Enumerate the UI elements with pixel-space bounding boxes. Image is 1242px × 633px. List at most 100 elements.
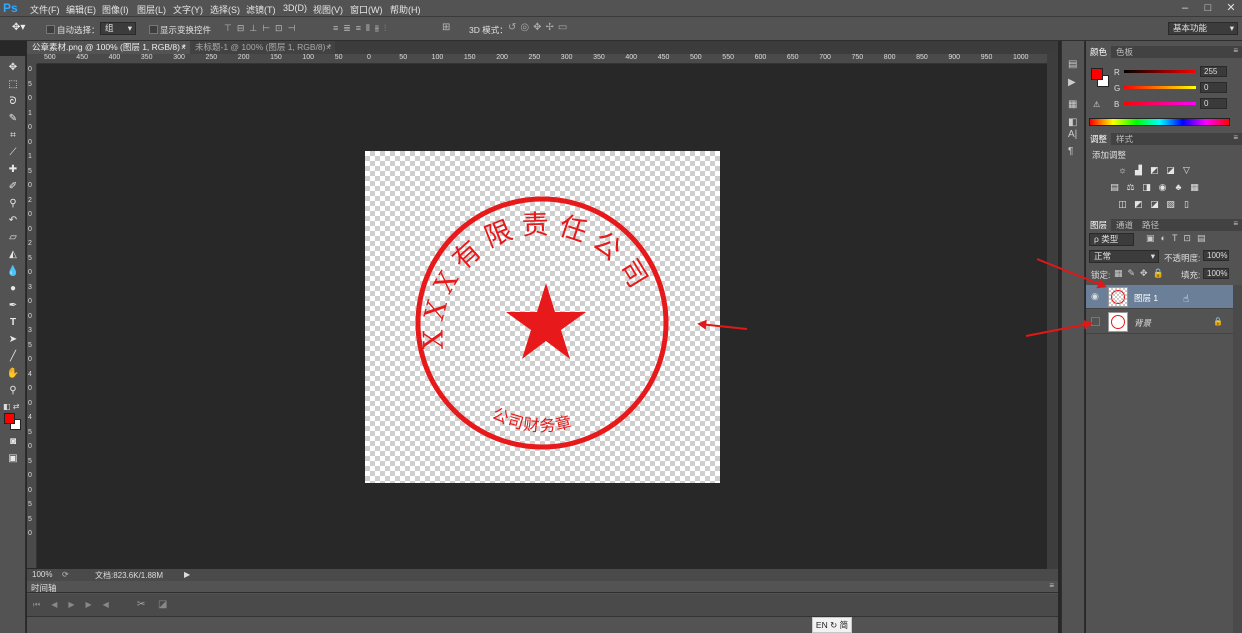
threshold-icon[interactable]: ◪	[1149, 199, 1160, 209]
dodge-tool-icon[interactable]: ●	[5, 281, 21, 296]
playback-controls-icon[interactable]: ⏮◀▶▶◀	[33, 600, 120, 610]
path-select-tool-icon[interactable]: ➤	[5, 332, 21, 347]
tab-swatches[interactable]: 色板	[1112, 46, 1137, 58]
brush-tool-icon[interactable]: ✐	[5, 179, 21, 194]
type-tool-icon[interactable]: T	[5, 315, 21, 330]
layer-filter-dropdown[interactable]: ρ 类型	[1089, 233, 1134, 246]
b-slider[interactable]	[1124, 102, 1196, 105]
color-spectrum-ramp[interactable]	[1089, 118, 1230, 126]
color-balance-icon[interactable]: ⚖	[1125, 182, 1136, 192]
close-button[interactable]: ✕	[1220, 0, 1242, 17]
black-white-icon[interactable]: ◨	[1141, 182, 1152, 192]
layer-row[interactable]: 背景 🔒	[1086, 310, 1233, 334]
transition-icon[interactable]: ◪	[158, 599, 167, 610]
gradient-map-icon[interactable]: ▧	[1165, 199, 1176, 209]
move-tool-preset-icon[interactable]: ✥▾	[12, 22, 34, 35]
quick-select-tool-icon[interactable]: ✎	[5, 111, 21, 126]
tab-close-icon[interactable]: ×	[326, 41, 331, 54]
selective-color-icon[interactable]: ▯	[1181, 199, 1192, 209]
b-value-field[interactable]: 0	[1200, 98, 1227, 109]
vertical-scrollbar[interactable]	[1047, 54, 1058, 569]
foreground-color-swatch[interactable]	[4, 413, 15, 424]
brightness-icon[interactable]: ☼	[1117, 165, 1128, 175]
info-icon[interactable]: ▦	[1068, 99, 1077, 110]
panel-menu-icon[interactable]: ≡	[1233, 133, 1238, 142]
tab-styles[interactable]: 样式	[1112, 133, 1137, 145]
quick-mask-icon[interactable]: ◙	[5, 434, 21, 449]
menu-type[interactable]: 文字(Y)	[173, 3, 203, 16]
layer-name[interactable]: 图层 1	[1134, 292, 1158, 304]
menu-view[interactable]: 视图(V)	[313, 3, 343, 16]
menu-file[interactable]: 文件(F)	[30, 3, 60, 16]
invert-icon[interactable]: ◫	[1117, 199, 1128, 209]
opacity-field[interactable]: 100%	[1203, 250, 1229, 261]
color-lookup-icon[interactable]: ▦	[1189, 182, 1200, 192]
ime-indicator[interactable]: EN ↻ 简	[812, 617, 852, 633]
zoom-level[interactable]: 100%	[32, 570, 52, 579]
posterize-icon[interactable]: ◩	[1133, 199, 1144, 209]
tab-close-icon[interactable]: ×	[181, 41, 186, 54]
menu-window[interactable]: 窗口(W)	[350, 3, 383, 16]
tab-color[interactable]: 颜色	[1086, 46, 1112, 58]
r-value-field[interactable]: 255	[1200, 66, 1227, 77]
paint-bucket-tool-icon[interactable]: ◭	[5, 247, 21, 262]
move-tool-icon[interactable]: ✥	[5, 60, 21, 75]
tab-paths[interactable]: 路径	[1138, 219, 1163, 231]
paragraph-icon[interactable]: ¶	[1068, 146, 1073, 157]
document-tab-inactive[interactable]: 未标题-1 @ 100% (图层 1, RGB/8) * ×	[190, 41, 335, 54]
horizontal-ruler[interactable]: 500 450 400 350 300 250 200 150 100 50 0 50 100 150 20…	[37, 54, 1047, 64]
menu-3d[interactable]: 3D(D)	[283, 3, 307, 13]
layer-name[interactable]: 背景	[1134, 317, 1151, 329]
workspace-dropdown[interactable]: 基本功能 ▾	[1168, 22, 1238, 35]
marquee-tool-icon[interactable]: ⬚	[5, 77, 21, 92]
crop-tool-icon[interactable]: ⌗	[5, 128, 21, 143]
tab-layers[interactable]: 图层	[1086, 219, 1112, 231]
eraser-tool-icon[interactable]: ▱	[5, 230, 21, 245]
layer-filter-icons[interactable]: ▣◐T⊡▤	[1146, 233, 1211, 244]
blend-mode-dropdown[interactable]: 正常 ▾	[1089, 250, 1159, 263]
clone-stamp-tool-icon[interactable]: ⚲	[5, 196, 21, 211]
tab-adjustments[interactable]: 调整	[1086, 133, 1112, 145]
status-menu-arrow-icon[interactable]: ▶	[184, 570, 190, 579]
document-tab-active[interactable]: 公章素材.png @ 100% (图层 1, RGB/8) * ×	[27, 41, 190, 54]
r-slider[interactable]	[1124, 70, 1196, 73]
auto-select-dropdown[interactable]: 组 ▾	[100, 22, 136, 35]
lock-icons[interactable]: ▦✎✥🔒	[1114, 268, 1169, 279]
distribute-icons[interactable]: ≡≣≡⫴⫵⫶	[333, 23, 433, 35]
line-tool-icon[interactable]: ╱	[5, 349, 21, 364]
status-icon[interactable]: ⟳	[62, 570, 69, 579]
levels-icon[interactable]: ▟	[1133, 165, 1144, 175]
lasso-tool-icon[interactable]: ᘐ	[5, 94, 21, 109]
show-transform-checkbox[interactable]	[149, 25, 158, 34]
vibrance-icon[interactable]: ▽	[1181, 165, 1192, 175]
fg-color-chip[interactable]	[1091, 68, 1103, 80]
layer-row-selected[interactable]: ◉ 图层 1 ☝	[1086, 285, 1233, 309]
layers-scrollbar[interactable]	[1233, 285, 1242, 633]
eyedropper-tool-icon[interactable]: ⟋	[5, 145, 21, 160]
exposure-icon[interactable]: ◪	[1165, 165, 1176, 175]
auto-select-checkbox[interactable]	[46, 25, 55, 34]
panel-menu-icon[interactable]: ≡	[1049, 581, 1054, 590]
menu-layer[interactable]: 图层(L)	[137, 3, 166, 16]
g-value-field[interactable]: 0	[1200, 82, 1227, 93]
fill-field[interactable]: 100%	[1203, 268, 1229, 279]
layer-comps-icon[interactable]: ◧	[1068, 117, 1077, 128]
actions-play-icon[interactable]: ▶	[1068, 77, 1076, 88]
menu-select[interactable]: 选择(S)	[210, 3, 240, 16]
default-colors-icon[interactable]: ◧ ⇄	[3, 402, 19, 411]
channel-mixer-icon[interactable]: ♣	[1173, 182, 1184, 192]
timeline-title[interactable]: 时间轴	[31, 582, 57, 594]
maximize-button[interactable]: □	[1197, 0, 1219, 17]
3d-tool-icons[interactable]: ↺◎✥✢▭	[508, 22, 598, 34]
g-slider[interactable]	[1124, 86, 1196, 89]
healing-brush-tool-icon[interactable]: ✚	[5, 162, 21, 177]
ruler-origin[interactable]	[27, 54, 37, 64]
menu-help[interactable]: 帮助(H)	[390, 3, 421, 16]
zoom-tool-icon[interactable]: ⚲	[5, 383, 21, 398]
blur-tool-icon[interactable]: 💧	[5, 264, 21, 279]
menu-edit[interactable]: 编辑(E)	[66, 3, 96, 16]
photo-filter-icon[interactable]: ◉	[1157, 182, 1168, 192]
hue-sat-icon[interactable]: ▤	[1109, 182, 1120, 192]
menu-filter[interactable]: 滤镜(T)	[246, 3, 276, 16]
tab-channels[interactable]: 通道	[1112, 219, 1137, 231]
